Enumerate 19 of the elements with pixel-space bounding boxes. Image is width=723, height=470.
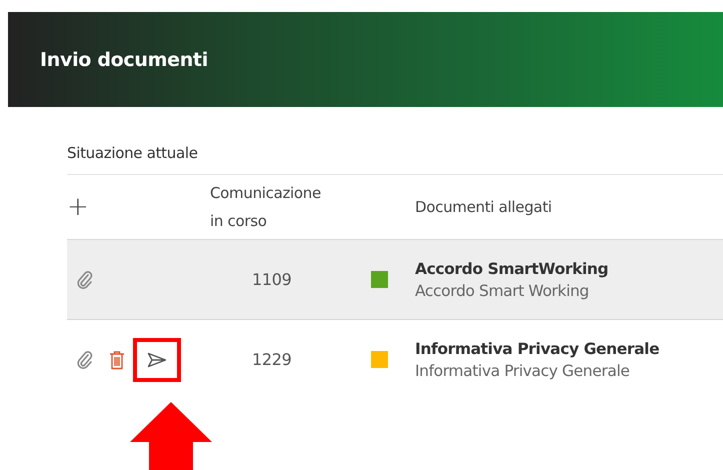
action-button[interactable]: [109, 350, 125, 370]
document-title: Accordo SmartWorking: [415, 260, 608, 278]
table-cell: 1109: [252, 270, 292, 289]
section-title: Situazione attuale: [67, 144, 199, 164]
paperclip-icon: [77, 350, 93, 370]
trash-icon: [109, 350, 125, 370]
column-header: Documenti allegati: [415, 197, 552, 218]
page-title: Invio documenti: [40, 48, 208, 70]
send-icon: [147, 352, 167, 368]
table-cell: 1229: [252, 350, 292, 369]
paperclip-icon: [77, 270, 93, 290]
document-subtitle: Informativa Privacy Generale: [415, 362, 630, 380]
action-button[interactable]: [77, 270, 93, 290]
add-button[interactable]: +: [67, 194, 89, 220]
document-subtitle: Accordo Smart Working: [415, 282, 590, 300]
document-title: Informativa Privacy Generale: [415, 340, 660, 358]
action-button[interactable]: [77, 350, 93, 370]
highlighted-action-button[interactable]: [133, 338, 181, 382]
column-header: Comunicazione in corso: [210, 183, 322, 232]
